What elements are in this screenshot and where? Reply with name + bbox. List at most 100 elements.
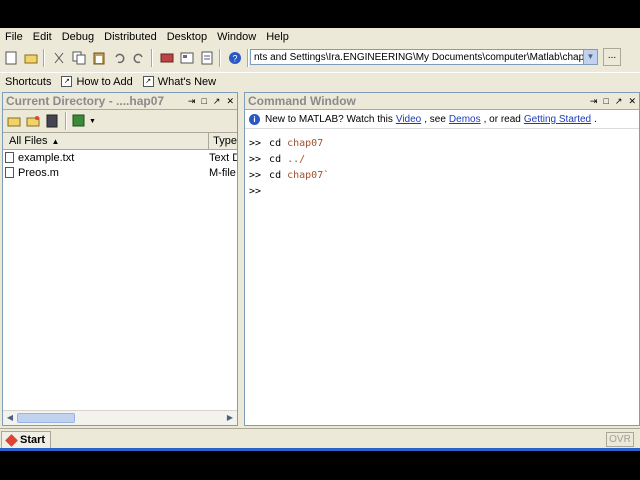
undo-icon[interactable] [110, 49, 128, 67]
close-icon[interactable]: ✕ [628, 96, 636, 107]
file-list-header: All Files ▲ Type [3, 133, 237, 150]
dock-arrow-icon[interactable]: ⇥ [590, 96, 598, 107]
menu-window[interactable]: Window [212, 31, 261, 43]
current-directory-panel: Current Directory - ....hap07 ⇥ □ ↗ ✕ ▼ … [2, 92, 238, 426]
file-row[interactable]: Preos.m M-file [3, 165, 237, 180]
simulink-icon[interactable] [158, 49, 176, 67]
scroll-left-icon[interactable]: ◀ [4, 412, 16, 424]
command-text: cd [269, 137, 282, 149]
command-line: >> cd chap07 [249, 135, 639, 151]
undock-icon[interactable]: ↗ [213, 96, 221, 107]
browse-folder-button[interactable]: ... [603, 48, 621, 66]
redo-icon[interactable] [130, 49, 148, 67]
command-line: >> cd ../ [249, 151, 639, 167]
getting-started-link[interactable]: Getting Started [524, 114, 591, 125]
command-line: >> cd chap07` [249, 167, 639, 183]
command-input-area[interactable]: >> cd chap07 >> cd ../ >> cd chap07` >> [245, 129, 639, 199]
command-argument: ../ [287, 153, 306, 165]
help-icon[interactable]: ? [226, 49, 244, 67]
column-header-name[interactable]: All Files ▲ [3, 133, 210, 149]
path-dropdown-button[interactable]: ▼ [583, 49, 598, 65]
up-folder-icon[interactable] [5, 113, 23, 129]
cut-icon[interactable] [50, 49, 68, 67]
undock-icon[interactable]: ↗ [615, 96, 623, 107]
taskbar-edge [0, 448, 640, 451]
whats-new-shortcut[interactable]: ↗ What's New [138, 76, 221, 88]
scroll-right-icon[interactable]: ▶ [224, 412, 236, 424]
panel-controls: ⇥ □ ↗ ✕ [590, 96, 636, 107]
command-prompt: >> [249, 153, 262, 165]
demos-link[interactable]: Demos [449, 114, 481, 125]
start-button[interactable]: Start [1, 431, 52, 449]
command-window-title: Command Window [248, 94, 356, 108]
reports-dropdown-icon[interactable]: ▼ [89, 118, 96, 125]
info-icon: i [249, 113, 260, 125]
reports-icon[interactable] [70, 113, 88, 129]
horizontal-scrollbar[interactable]: ◀ ▶ [3, 410, 237, 425]
menu-distributed[interactable]: Distributed [99, 31, 162, 43]
command-line-active[interactable]: >> [249, 183, 639, 199]
video-link[interactable]: Video [396, 114, 421, 125]
menu-edit[interactable]: Edit [28, 31, 57, 43]
menu-debug[interactable]: Debug [57, 31, 99, 43]
maximize-icon[interactable]: □ [603, 96, 608, 107]
menu-file[interactable]: File [0, 31, 28, 43]
maximize-icon[interactable]: □ [201, 96, 206, 107]
command-prompt: >> [249, 137, 262, 149]
svg-text:?: ? [233, 54, 238, 64]
panel-controls: ⇥ □ ↗ ✕ [188, 96, 234, 107]
overwrite-mode-indicator: OVR [606, 432, 634, 447]
column-name-label: All Files [9, 135, 48, 147]
command-prompt: >> [249, 185, 262, 197]
guide-icon[interactable] [178, 49, 196, 67]
command-prompt: >> [249, 169, 262, 181]
profiler-icon[interactable] [198, 49, 216, 67]
shortcut-icon: ↗ [61, 76, 73, 87]
info-prefix: New to MATLAB? Watch this [265, 113, 393, 125]
new-file-icon[interactable] [2, 49, 20, 67]
file-name: example.txt [18, 151, 75, 164]
new-folder-icon[interactable] [24, 113, 42, 129]
command-window-panel: Command Window ⇥ □ ↗ ✕ i New to MATLAB? … [244, 92, 640, 426]
command-argument: chap07` [287, 169, 330, 181]
text-file-icon [5, 152, 14, 163]
paste-icon[interactable] [90, 49, 108, 67]
how-to-add-label: How to Add [76, 75, 133, 88]
file-name-cell: Preos.m [3, 167, 205, 179]
toolbar-divider [65, 112, 67, 130]
dock-arrow-icon[interactable]: ⇥ [188, 96, 196, 107]
toolbar-divider [219, 49, 221, 67]
shortcuts-toolbar: Shortcuts ↗ How to Add ↗ What's New [0, 72, 640, 90]
current-directory-titlebar: Current Directory - ....hap07 ⇥ □ ↗ ✕ [3, 93, 237, 110]
m-file-icon [5, 167, 14, 178]
getting-started-info-bar: i New to MATLAB? Watch this Video , see … [245, 110, 639, 129]
toolbar-divider [43, 49, 45, 67]
how-to-add-shortcut[interactable]: ↗ How to Add [56, 76, 137, 88]
file-type: Text D [209, 151, 237, 164]
column-header-type[interactable]: Type [209, 133, 237, 149]
menu-desktop[interactable]: Desktop [162, 31, 212, 43]
command-argument: chap07 [287, 137, 324, 149]
shortcuts-label[interactable]: Shortcuts [0, 76, 56, 88]
open-folder-icon[interactable] [22, 49, 40, 67]
current-directory-toolbar: ▼ [3, 110, 237, 133]
shortcut-icon: ↗ [142, 76, 154, 87]
command-text: cd [269, 153, 282, 165]
copy-icon[interactable] [70, 49, 88, 67]
current-directory-path-input[interactable]: nts and Settings\Ira.ENGINEERING\My Docu… [250, 49, 586, 65]
toolbar-divider [247, 49, 249, 67]
scroll-thumb[interactable] [17, 413, 75, 423]
file-row[interactable]: example.txt Text D [3, 150, 237, 165]
file-name: Preos.m [18, 166, 59, 179]
info-mid1: , see [424, 113, 446, 125]
matlab-logo-icon [5, 433, 18, 447]
status-bar: Start OVR [0, 428, 640, 449]
menu-help[interactable]: Help [261, 31, 294, 43]
matlab-window: File Edit Debug Distributed Desktop Wind… [0, 28, 640, 450]
menu-bar: File Edit Debug Distributed Desktop Wind… [0, 28, 640, 45]
find-files-icon[interactable] [43, 113, 61, 129]
command-window-titlebar: Command Window ⇥ □ ↗ ✕ [245, 93, 639, 110]
close-icon[interactable]: ✕ [226, 96, 234, 107]
current-directory-title: Current Directory - ....hap07 [6, 94, 165, 108]
toolbar-divider [151, 49, 153, 67]
